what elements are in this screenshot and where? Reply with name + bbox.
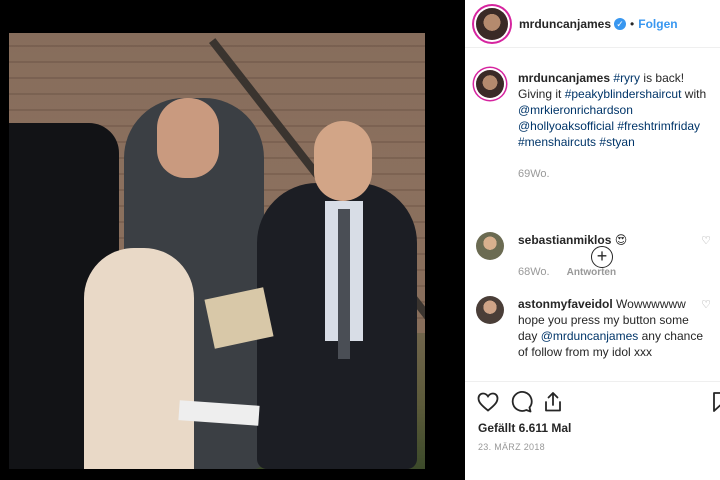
follow-button[interactable]: Folgen: [638, 17, 677, 31]
hashtag-freshtrimfriday[interactable]: #freshtrimfriday: [617, 119, 700, 133]
commenter-avatar[interactable]: [476, 232, 504, 260]
mention-hollyoaksofficial[interactable]: @hollyoaksofficial: [518, 119, 614, 133]
hashtag-menshaircuts[interactable]: #menshaircuts: [518, 135, 596, 149]
post-date[interactable]: 23. MÄRZ 2018: [478, 442, 545, 452]
comment-row: sebastianmiklos 😍 68Wo. Antworten ♡: [476, 232, 711, 281]
commenter-avatar[interactable]: [476, 296, 504, 324]
photo-tie: [338, 209, 350, 359]
caption-avatar[interactable]: [476, 70, 504, 98]
comment-author[interactable]: sebastianmiklos: [518, 233, 611, 247]
comment-icon[interactable]: [509, 390, 533, 414]
caption-text-2: with: [684, 87, 707, 101]
post-header: mrduncanjames ✓ • Folgen: [465, 0, 720, 48]
author-username[interactable]: mrduncanjames: [519, 17, 611, 31]
comment-body: astonmyfaveidol Wowwwwww hope you press …: [518, 296, 708, 360]
photo-head-left: [157, 98, 219, 178]
caption-author[interactable]: mrduncanjames: [518, 71, 610, 85]
caption-row: mrduncanjames #ryry is back! Giving it #…: [476, 70, 711, 182]
comment-row: astonmyfaveidol Wowwwwww hope you press …: [476, 296, 711, 360]
hashtag-peakyblindershaircut[interactable]: #peakyblindershaircut: [565, 87, 682, 101]
mention-mrkieronrichardson[interactable]: @mrkieronrichardson: [518, 103, 633, 117]
comments-list[interactable]: mrduncanjames #ryry is back! Giving it #…: [465, 60, 720, 382]
caption-time[interactable]: 69Wo.: [518, 166, 708, 182]
comment-time[interactable]: 68Wo.: [518, 266, 550, 278]
post-side-panel: mrduncanjames ✓ • Folgen mrduncanjames #…: [465, 0, 720, 480]
comment-text: 😍: [614, 233, 628, 247]
post-actions: Gefällt 6.611 Mal 23. MÄRZ 2018: [465, 381, 720, 480]
author-avatar[interactable]: [476, 7, 508, 40]
reply-button[interactable]: Antworten: [567, 267, 616, 278]
photo-head-right: [314, 121, 372, 201]
heart-icon[interactable]: [476, 390, 500, 414]
post-media-pane: [0, 0, 465, 480]
mention-mrduncanjames[interactable]: @mrduncanjames: [541, 329, 639, 343]
action-icons-row: [476, 390, 720, 416]
likes-count[interactable]: Gefällt 6.611 Mal: [478, 421, 571, 435]
verified-badge-icon: ✓: [614, 17, 627, 30]
comment-body: sebastianmiklos 😍 68Wo. Antworten: [518, 232, 708, 281]
photo-girl: [84, 248, 194, 469]
hashtag-ryry[interactable]: #ryry: [613, 71, 640, 85]
share-icon[interactable]: [541, 390, 565, 414]
hashtag-styan[interactable]: #styan: [599, 135, 634, 149]
like-comment-heart-icon[interactable]: ♡: [701, 298, 711, 311]
like-comment-heart-icon[interactable]: ♡: [701, 234, 711, 247]
separator-dot: •: [630, 16, 635, 31]
post-photo[interactable]: [9, 33, 425, 469]
caption-body: mrduncanjames #ryry is back! Giving it #…: [518, 70, 708, 182]
comment-author[interactable]: astonmyfaveidol: [518, 297, 613, 311]
bookmark-icon[interactable]: [708, 390, 720, 414]
